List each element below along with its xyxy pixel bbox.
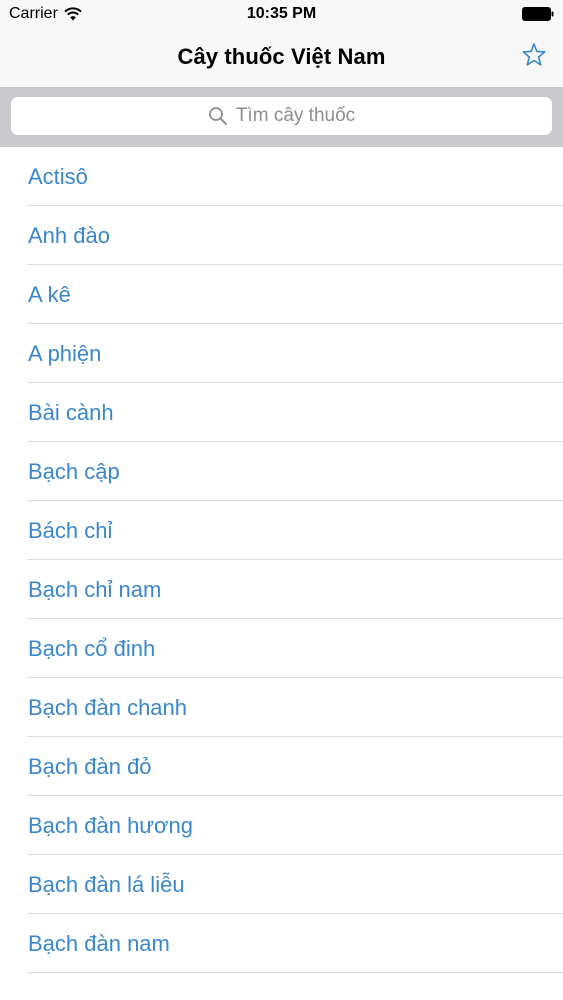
- list-item[interactable]: Bài cành: [0, 383, 563, 442]
- search-bar: Tìm cây thuốc: [0, 87, 563, 147]
- list-item[interactable]: Bạch đàn chanh: [0, 678, 563, 737]
- navigation-bar: Cây thuốc Việt Nam: [0, 30, 563, 87]
- list-item[interactable]: Bạch đàn hương: [0, 796, 563, 855]
- list-item[interactable]: A kê: [0, 265, 563, 324]
- list-item-label: Bạch đàn hương: [28, 812, 193, 838]
- list-item-label: Bạch đàn chanh: [28, 694, 188, 720]
- list-item-label: Actisô: [28, 163, 88, 189]
- page-title: Cây thuốc Việt Nam: [177, 44, 386, 69]
- list-item-label: Bạch đàn đỏ: [28, 753, 152, 779]
- list-item[interactable]: Anh đào: [0, 206, 563, 265]
- list-item[interactable]: A phiện: [0, 324, 563, 383]
- status-bar: Carrier 10:35 PM: [0, 0, 563, 30]
- list-item-label: Anh đào: [28, 222, 110, 248]
- list-item[interactable]: Bách chỉ: [0, 501, 563, 560]
- list-item[interactable]: Bạch cổ đinh: [0, 619, 563, 678]
- search-input[interactable]: Tìm cây thuốc: [11, 97, 552, 135]
- list-item-label: Bạch đàn nam: [28, 930, 170, 956]
- plant-list: Actisô Anh đào A kê A phiện Bài cành Bạc…: [0, 147, 563, 973]
- battery-icon: [522, 7, 554, 21]
- list-item-label: Bạch cập: [28, 458, 120, 484]
- list-item-label: Bạch cổ đinh: [28, 635, 156, 661]
- star-icon[interactable]: [521, 42, 547, 68]
- status-time: 10:35 PM: [246, 5, 317, 22]
- list-item[interactable]: Actisô: [0, 147, 563, 206]
- list-item-label: A phiện: [28, 340, 102, 366]
- list-item[interactable]: Bạch đàn lá liễu: [0, 855, 563, 914]
- list-item-label: Bạch đàn lá liễu: [28, 871, 185, 897]
- list-item-label: A kê: [28, 281, 71, 307]
- list-item-label: Bách chỉ: [28, 517, 113, 543]
- list-item-label: Bài cành: [28, 399, 114, 425]
- list-item[interactable]: Bạch đàn nam: [0, 914, 563, 973]
- list-item[interactable]: Bạch cập: [0, 442, 563, 501]
- list-item[interactable]: Bạch chỉ nam: [0, 560, 563, 619]
- search-icon: [208, 107, 227, 125]
- list-item-label: Bạch chỉ nam: [28, 576, 162, 602]
- list-item[interactable]: Bạch đàn đỏ: [0, 737, 563, 796]
- search-placeholder: Tìm cây thuốc: [235, 105, 356, 126]
